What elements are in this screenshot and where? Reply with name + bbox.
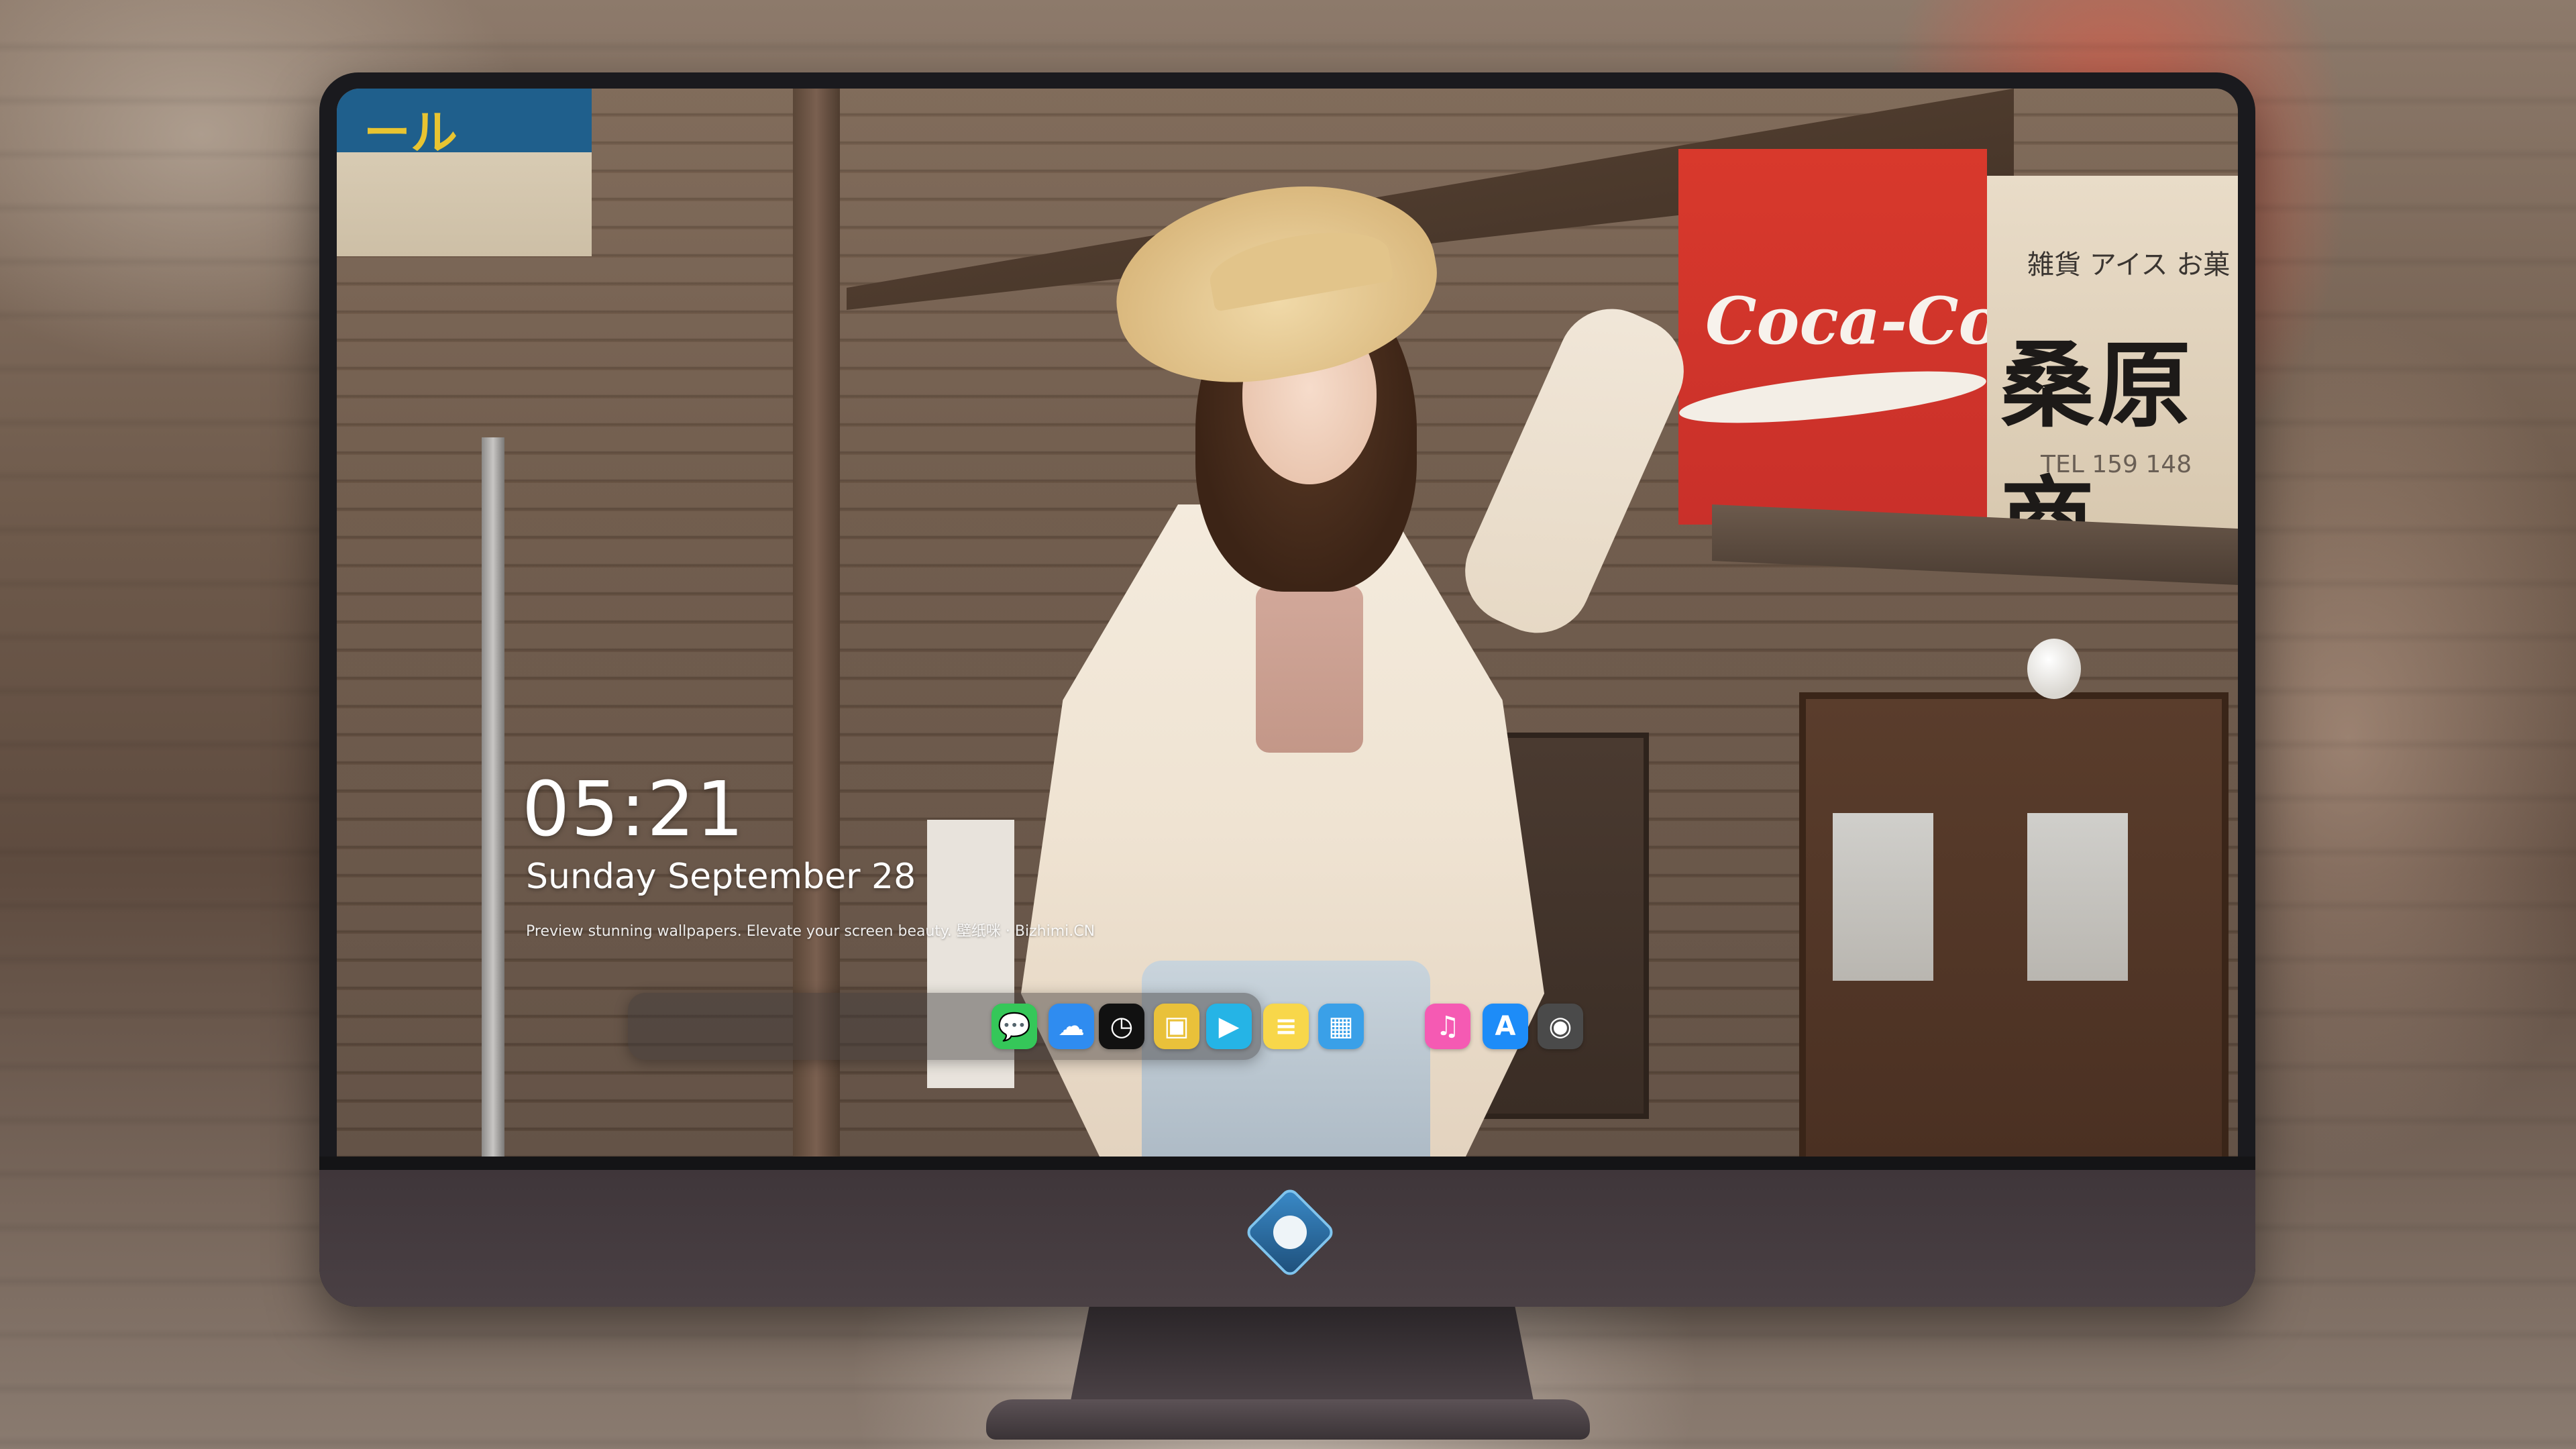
wallpaper-left-sign-text: ール [364,107,458,159]
monitor-stand-base [986,1399,1590,1440]
wallpaper-pipe [482,437,504,1157]
messages-glyph: 💬 [998,1011,1031,1042]
wallpaper-door-pane [1833,813,1933,981]
music-icon[interactable]: ♫ [1425,1004,1470,1049]
weather-icon[interactable]: ☁ [1049,1004,1094,1049]
app-store-glyph: A [1495,1011,1516,1042]
monitor-stand [1071,1307,1534,1401]
photo-booth-icon[interactable]: ▦ [1318,1004,1364,1049]
clips-icon[interactable]: ▶ [1206,1004,1252,1049]
wallpaper-lamp [2027,639,2081,699]
camera-icon[interactable]: ◉ [1538,1004,1583,1049]
monitor: ール Coca-Cola 雑貨 アイス お菓 桑原商 TEL 159 148 0… [319,72,2255,1307]
weather-glyph: ☁ [1058,1011,1085,1042]
wallpaper-person-top [1256,585,1363,753]
clock-icon[interactable]: ◷ [1099,1004,1144,1049]
preview-glyph: ▣ [1164,1011,1189,1042]
clock-glyph: ◷ [1110,1011,1134,1042]
lockscreen-tagline[interactable]: Preview stunning wallpapers. Elevate you… [526,919,1095,941]
wallpaper-store-sign-small: 雑貨 アイス お菓 [2027,250,2231,280]
clips-glyph: ▶ [1218,1011,1240,1042]
music-glyph: ♫ [1436,1011,1460,1042]
preview-icon[interactable]: ▣ [1154,1004,1199,1049]
messages-icon[interactable]: 💬 [991,1004,1037,1049]
app-store-icon[interactable]: A [1483,1004,1528,1049]
wallpaper-store-sign-tel: TEL 159 148 [2041,451,2192,478]
wallpaper-door-pane [2027,813,2128,981]
photo-booth-glyph: ▦ [1328,1011,1354,1042]
notes-icon[interactable]: ≡ [1263,1004,1309,1049]
lockscreen-date: Sunday September 28 [526,857,916,897]
notes-glyph: ≡ [1275,1011,1297,1042]
screen-bezel-bottom [319,1157,2255,1171]
lockscreen-time: 05:21 [522,766,745,853]
camera-glyph: ◉ [1548,1011,1572,1042]
screen: ール Coca-Cola 雑貨 アイス お菓 桑原商 TEL 159 148 0… [337,89,2238,1157]
brand-logo-mascot [1273,1216,1307,1249]
